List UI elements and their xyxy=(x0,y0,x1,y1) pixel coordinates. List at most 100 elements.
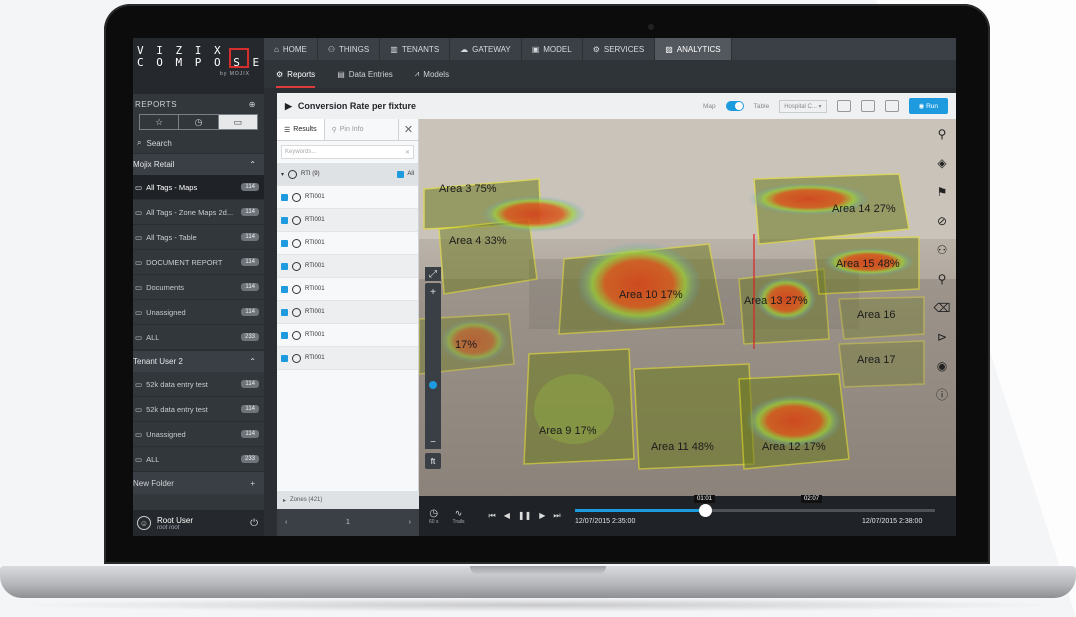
zoom-knob[interactable] xyxy=(429,381,437,389)
trails-control[interactable]: ∿ Trails xyxy=(452,508,464,525)
new-folder-row[interactable]: New Folder + xyxy=(133,472,264,494)
list-item[interactable]: RTI001 xyxy=(277,278,418,301)
topnav-item-things[interactable]: ⚇ THINGS xyxy=(318,38,381,60)
zoom-in-button[interactable]: + xyxy=(425,285,441,299)
keywords-input[interactable]: Keywords... ✕ xyxy=(281,145,414,159)
checkbox[interactable] xyxy=(281,308,288,316)
clear-icon[interactable]: ✕ xyxy=(405,149,410,156)
group-header[interactable]: Mojix Retail ⌃ xyxy=(133,153,264,175)
folders-tab[interactable]: ▭ xyxy=(218,115,257,129)
pin-line-tool[interactable]: ⚲ xyxy=(928,264,956,293)
sidebar-report-item[interactable]: ▭ Documents 114 xyxy=(133,275,264,300)
recent-tab[interactable]: ◷ xyxy=(179,115,219,129)
compass-tool[interactable]: ⊘ xyxy=(928,206,956,235)
zone-area-11[interactable] xyxy=(633,363,755,470)
report-toolbar: ▶ Conversion Rate per fixture Map Table … xyxy=(277,93,956,119)
sidebar-report-item[interactable]: ▭ All Tags - Zone Maps 2d... 114 xyxy=(133,200,264,225)
list-item[interactable]: RTI001 xyxy=(277,232,418,255)
skip-start-icon[interactable]: ⏮ xyxy=(489,511,496,521)
list-item[interactable]: RTI001 xyxy=(277,209,418,232)
marker-tool[interactable]: ⚑ xyxy=(928,177,956,206)
sidebar-report-item[interactable]: ▭ 52k data entry test 114 xyxy=(133,397,264,422)
prev-page-icon[interactable]: ‹ xyxy=(285,519,287,526)
checkbox[interactable] xyxy=(281,239,288,247)
topnav-item-services[interactable]: ⚙ SERVICES xyxy=(583,38,656,60)
pin-tool[interactable]: ⚲ xyxy=(928,119,956,148)
sidebar-report-item[interactable]: ▭ DOCUMENT REPORT 114 xyxy=(133,250,264,275)
checkbox[interactable] xyxy=(281,331,288,339)
checkbox[interactable] xyxy=(281,354,288,362)
checkbox[interactable] xyxy=(281,285,288,293)
favorites-tab[interactable]: ☆ xyxy=(140,115,180,129)
site-select[interactable]: Hospital C... ▾ xyxy=(779,99,827,113)
camera xyxy=(648,24,654,30)
tab-models[interactable]: ⩘ Models xyxy=(415,60,449,88)
play-circle-tool[interactable]: ⊳ xyxy=(928,322,956,351)
play-icon[interactable]: ▶ xyxy=(539,511,545,521)
sidebar-report-item[interactable]: ▭ Unassigned 114 xyxy=(133,300,264,325)
chevron-up-icon[interactable]: ⌃ xyxy=(249,357,256,366)
sidebar-report-item[interactable]: ▭ All Tags - Table 114 xyxy=(133,225,264,250)
checkbox[interactable] xyxy=(281,193,288,201)
sidebar-report-item[interactable]: ▭ All Tags - Maps 114 xyxy=(133,175,264,200)
timeline-track[interactable] xyxy=(575,504,935,517)
topnav-item-model[interactable]: ▣ MODEL xyxy=(522,38,583,60)
zoom-slider[interactable] xyxy=(425,283,441,447)
list-item[interactable]: RTI001 xyxy=(277,324,418,347)
report-title[interactable]: ▶ Conversion Rate per fixture xyxy=(285,101,416,112)
checkbox[interactable] xyxy=(397,170,405,178)
topnav-item-gateway[interactable]: ☁ GATEWAY xyxy=(450,38,522,60)
sidebar-report-item[interactable]: ▭ ALL 233 xyxy=(133,447,264,472)
list-item[interactable]: RTI001 xyxy=(277,255,418,278)
tab-data-entries[interactable]: ▤ Data Entries xyxy=(337,60,393,88)
list-item[interactable]: RTI001 xyxy=(277,301,418,324)
power-icon[interactable]: ⏻ xyxy=(250,518,258,529)
multi-pin-tool[interactable]: ⚇ xyxy=(928,235,956,264)
print-icon[interactable] xyxy=(836,100,851,112)
fullscreen-icon[interactable]: ⤢ xyxy=(425,267,441,281)
tab-results[interactable]: ☰ Results xyxy=(277,119,325,140)
close-icon[interactable]: ✕ xyxy=(398,119,418,140)
skip-end-icon[interactable]: ⏭ xyxy=(553,511,560,521)
export-icon[interactable] xyxy=(860,100,875,112)
eraser-tool[interactable]: ⌫ xyxy=(928,293,956,322)
tab-pin-info[interactable]: ⚲ Pin Info xyxy=(325,119,371,140)
topnav-item-analytics[interactable]: ▨ ANALYTICS xyxy=(655,38,732,60)
sidebar-report-item[interactable]: ▭ Unassigned 114 xyxy=(133,422,264,447)
current-time-tip: 01:01 xyxy=(694,495,716,503)
info-tool[interactable]: ⓘ xyxy=(928,380,956,409)
sidebar-report-item[interactable]: ▭ 52k data entry test 114 xyxy=(133,372,264,397)
topnav-item-home[interactable]: ⌂ HOME xyxy=(264,38,318,60)
group-header[interactable]: Tenant User 2 ⌃ xyxy=(133,350,264,372)
tab-reports[interactable]: ⚙ Reports xyxy=(276,60,316,88)
select-all[interactable]: All xyxy=(397,170,414,178)
map-tool[interactable]: ◉ xyxy=(928,351,956,380)
results-head-row[interactable]: ▾ RTI (9) All xyxy=(277,163,418,186)
map-table-toggle[interactable] xyxy=(725,101,744,111)
layers-tool[interactable]: ◈ xyxy=(928,148,956,177)
sidebar-search[interactable]: ⌕ Search xyxy=(133,133,264,153)
checkbox[interactable] xyxy=(281,262,288,270)
plus-icon[interactable]: + xyxy=(250,479,255,488)
list-item[interactable]: RTI001 xyxy=(277,347,418,370)
sidebar-report-item[interactable]: ▭ ALL 233 xyxy=(133,325,264,350)
units-button[interactable]: ft xyxy=(425,453,441,469)
chevron-up-icon[interactable]: ⌃ xyxy=(249,160,256,169)
heatmap-view[interactable]: Area 3 75% Area 4 33% Area 10 17% Area 1… xyxy=(419,119,956,496)
step-back-icon[interactable]: ◀ xyxy=(504,511,510,521)
timeline-knob[interactable] xyxy=(698,504,712,517)
edit-icon[interactable] xyxy=(884,100,899,112)
pin-icon xyxy=(292,261,301,271)
run-button[interactable]: ◉ Run xyxy=(908,98,948,114)
add-report-icon[interactable]: ⊕ xyxy=(249,100,256,109)
pause-icon[interactable]: ❚❚ xyxy=(518,511,531,521)
zones-row[interactable]: ▸ Zones (421) xyxy=(277,491,419,509)
report-item-label-wrap: ▭ All Tags - Table xyxy=(135,233,197,242)
next-page-icon[interactable]: › xyxy=(409,519,411,526)
checkbox[interactable] xyxy=(281,216,288,224)
list-item[interactable]: RTI001 xyxy=(277,186,418,209)
topnav-item-tenants[interactable]: ▥ TENANTS xyxy=(380,38,451,60)
speed-control[interactable]: ◷ 60 s xyxy=(429,508,438,525)
zoom-out-button[interactable]: − xyxy=(425,435,441,449)
avatar[interactable]: ☺ xyxy=(137,516,151,530)
